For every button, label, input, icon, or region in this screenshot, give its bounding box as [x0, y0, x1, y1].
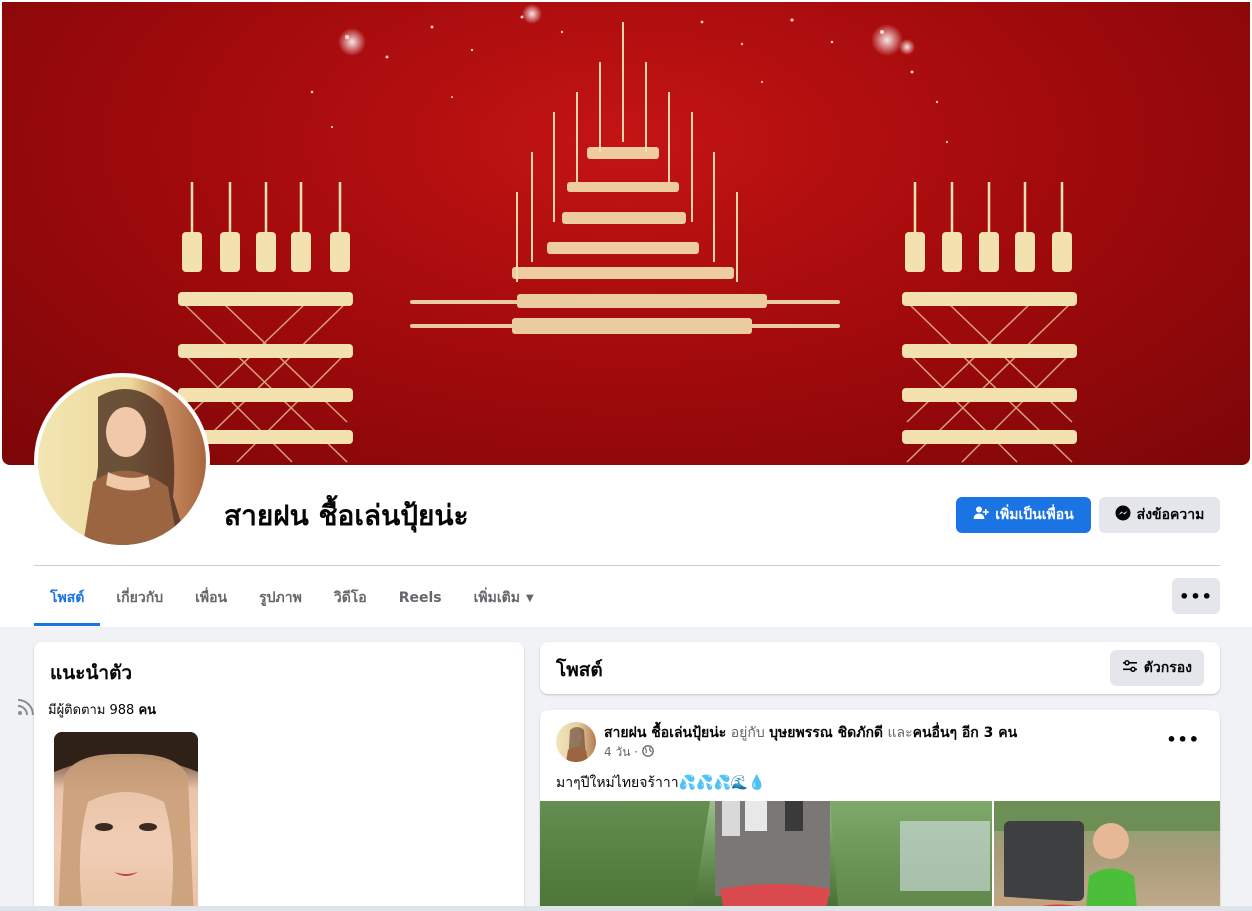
featured-photo[interactable] [54, 732, 198, 911]
post-image-1[interactable] [540, 801, 992, 911]
tab-posts[interactable]: โพสต์ [34, 570, 101, 626]
intro-title: แนะนำตัว [50, 662, 133, 684]
profile-avatar[interactable] [34, 373, 210, 549]
followers-info: มีผู้ติดตาม 988 คน [16, 697, 156, 721]
posts-header-card: โพสต์ ตัวกรอง [540, 642, 1220, 694]
post-header: สายฝน ชื้อเล่นปุ้ยน่ะ อยู่กับ บุษยพรรณ ช… [604, 722, 1017, 744]
globe-icon [642, 745, 654, 760]
add-friend-label: เพิ่มเป็นเพื่อน [995, 507, 1074, 523]
profile-name: สายฝน ชื้อเล่นปุ้ยน่ะ [224, 499, 469, 532]
tab-about[interactable]: เกี่ยวกับ [100, 570, 179, 626]
post-tagged-person[interactable]: บุษยพรรณ ชิดภักดี [769, 725, 883, 741]
cover-photo[interactable] [2, 2, 1250, 465]
message-button[interactable]: ส่งข้อความ [1099, 497, 1220, 533]
post-options-button[interactable]: ••• [1166, 730, 1200, 749]
filter-icon [1122, 658, 1138, 678]
filter-button[interactable]: ตัวกรอง [1109, 650, 1204, 686]
post-author-avatar[interactable] [556, 722, 596, 762]
tab-friends[interactable]: เพื่อน [179, 570, 243, 626]
followers-unit: คน [138, 702, 157, 718]
tab-reels[interactable]: Reels [383, 570, 458, 626]
followers-count: มีผู้ติดตาม 988 [48, 702, 135, 718]
tab-photos[interactable]: รูปภาพ [243, 570, 318, 626]
post-meta: 4 วัน · [604, 743, 654, 762]
tab-more[interactable]: เพิ่มเติม ▼ [458, 570, 550, 626]
post-time[interactable]: 4 วัน · [604, 743, 638, 762]
profile-more-button[interactable]: ••• [1172, 578, 1220, 614]
header-divider [34, 565, 1220, 566]
tab-videos[interactable]: วิดีโอ [318, 570, 383, 626]
messenger-icon [1115, 505, 1131, 525]
yantra-artwork [178, 4, 1077, 463]
post-with-word: อยู่กับ [730, 725, 765, 741]
post-text: มาๆปีใหม่ไทยจร้าาา💦💦💦🌊💧 [556, 772, 766, 794]
add-friend-button[interactable]: เพิ่มเป็นเพื่อน [956, 497, 1091, 533]
post-text-emoji: 💦💦💦🌊💧 [678, 775, 766, 791]
profile-photo [38, 377, 206, 545]
add-friend-icon [973, 505, 990, 525]
post-text-body: มาๆปีใหม่ไทยจร้าาา [556, 775, 679, 791]
chevron-down-icon: ▼ [525, 592, 534, 604]
post-author[interactable]: สายฝน ชื้อเล่นปุ้ยน่ะ [604, 725, 726, 741]
post-and-word: และ [887, 725, 913, 741]
post-image-2[interactable] [994, 801, 1220, 911]
message-label: ส่งข้อความ [1136, 507, 1205, 523]
intro-card: แนะนำตัว [34, 642, 524, 911]
filter-label: ตัวกรอง [1143, 660, 1192, 676]
post-card: สายฝน ชื้อเล่นปุ้ยน่ะ อยู่กับ บุษยพรรณ ช… [540, 710, 1220, 911]
feed-icon [16, 697, 36, 721]
page-bottom-edge [0, 906, 1252, 911]
post-tagged-others[interactable]: คนอื่นๆ อีก 3 คน [913, 725, 1018, 741]
profile-tabs: โพสต์ เกี่ยวกับ เพื่อน รูปภาพ วิดีโอ Ree… [34, 570, 550, 626]
posts-title: โพสต์ [556, 659, 603, 681]
